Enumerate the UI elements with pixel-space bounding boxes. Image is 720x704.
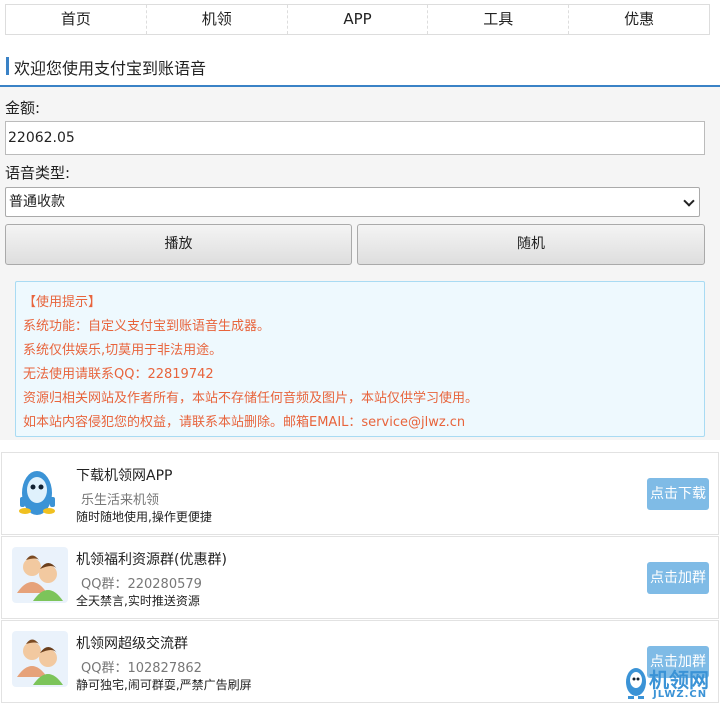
tip-line: 系统功能：自定义支付宝到账语音生成器。 [23, 319, 271, 334]
main-panel: 欢迎您使用支付宝到账语音 金额: 22062.05 语音类型: 普通收款 播放 … [0, 45, 720, 440]
title-accent-bar [6, 57, 9, 75]
download-button[interactable]: 点击下载 [647, 478, 709, 510]
top-nav: 首页 机领 APP 工具 优惠 [5, 4, 710, 35]
chat-group-card: 机领网超级交流群 QQ群：102827862 静可独宅,闹可群耍,严禁广告刷屏 … [1, 620, 719, 703]
nav-app[interactable]: APP [288, 5, 429, 34]
card-subtitle: QQ群：220280579 [81, 577, 202, 592]
join-group-button[interactable]: 点击加群 [647, 562, 709, 594]
card-description: 随时随地使用,操作更便捷 [76, 510, 212, 524]
site-watermark: 机领网 JLWZ.CN [623, 664, 719, 704]
amount-label: 金额: [5, 99, 41, 117]
tip-line: 系统仅供娱乐,切莫用于非法用途。 [23, 343, 223, 358]
app-download-card: 下载机领网APP 乐生活来机领 随时随地使用,操作更便捷 点击下载 [1, 452, 719, 535]
voice-type-label: 语音类型: [5, 164, 71, 182]
card-description: 全天禁言,实时推送资源 [76, 594, 200, 608]
card-title: 下载机领网APP [76, 468, 173, 484]
tip-line: 资源归相关网站及作者所有，本站不存储任何音频及图片，本站仅供学习使用。 [23, 391, 479, 406]
page-title: 欢迎您使用支付宝到账语音 [14, 59, 207, 78]
nav-jiling[interactable]: 机领 [147, 5, 288, 34]
watermark-domain: JLWZ.CN [653, 689, 708, 700]
random-button[interactable]: 随机 [357, 224, 705, 265]
card-subtitle: QQ群：102827862 [81, 661, 202, 676]
card-title: 机领网超级交流群 [76, 636, 188, 652]
group-users-icon [12, 631, 68, 687]
amount-input[interactable]: 22062.05 [5, 121, 705, 155]
nav-home[interactable]: 首页 [6, 5, 147, 34]
play-button[interactable]: 播放 [5, 224, 352, 265]
usage-tips-box: 【使用提示】 系统功能：自定义支付宝到账语音生成器。 系统仅供娱乐,切莫用于非法… [15, 281, 705, 437]
page-title-bar: 欢迎您使用支付宝到账语音 [0, 45, 720, 87]
tip-line: 无法使用请联系QQ：22819742 [23, 367, 214, 382]
card-title: 机领福利资源群(优惠群) [76, 552, 227, 568]
nav-deals[interactable]: 优惠 [569, 5, 709, 34]
chevron-down-icon [683, 195, 695, 207]
group-users-icon [12, 547, 68, 603]
mascot-icon [626, 668, 646, 699]
card-subtitle: 乐生活来机领 [81, 493, 160, 508]
card-description: 静可独宅,闹可群耍,严禁广告刷屏 [76, 678, 252, 692]
tip-line: 如本站内容侵犯您的权益，请联系本站删除。邮箱EMAIL：service@jlwz… [23, 415, 466, 430]
voice-type-selected: 普通收款 [9, 194, 65, 210]
voice-type-select[interactable]: 普通收款 [5, 187, 700, 217]
mascot-icon [19, 471, 55, 515]
tips-heading: 【使用提示】 [23, 295, 102, 310]
welfare-group-card: 机领福利资源群(优惠群) QQ群：220280579 全天禁言,实时推送资源 点… [1, 536, 719, 619]
nav-tools[interactable]: 工具 [428, 5, 570, 34]
